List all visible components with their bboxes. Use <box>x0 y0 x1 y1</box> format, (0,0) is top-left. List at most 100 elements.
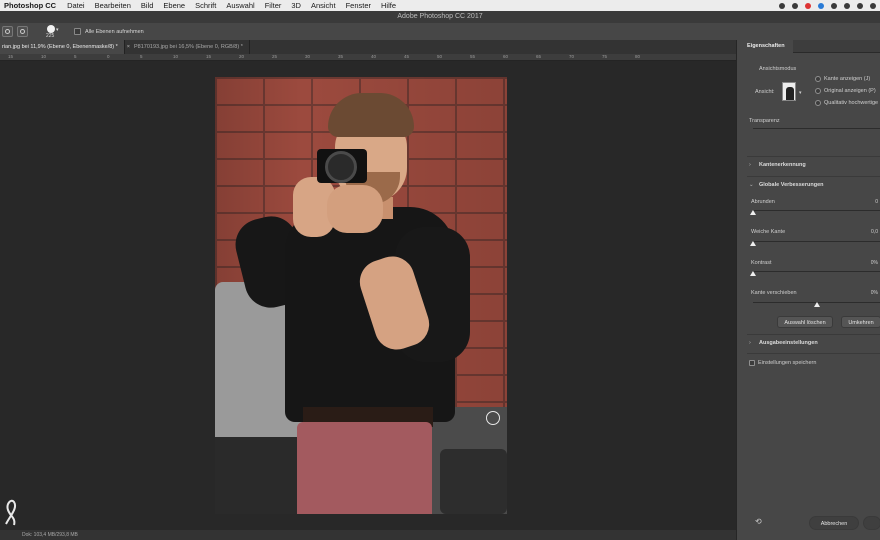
feather-slider[interactable] <box>753 241 880 242</box>
document-tabs: rian.jpg bei 11,9% (Ebene 0, Ebenenmaske… <box>0 40 736 54</box>
status-icon[interactable] <box>805 2 811 9</box>
menu-3d[interactable]: 3D <box>286 1 306 10</box>
photographer <box>215 77 507 514</box>
ruler-tick: 55 <box>470 54 476 59</box>
edge-detection-label: Kantenerkennung <box>759 162 806 168</box>
smooth-slider-knob[interactable] <box>750 210 756 215</box>
shift-edge-label: Kante verschieben <box>751 290 797 296</box>
reset-icon[interactable]: ⟲ <box>755 517 762 526</box>
menu-filter[interactable]: Filter <box>260 1 287 10</box>
feather-slider-knob[interactable] <box>750 241 756 246</box>
status-icon[interactable] <box>792 2 798 9</box>
watermark-logo <box>5 499 16 526</box>
global-refinements-label: Globale Verbesserungen <box>759 182 824 188</box>
status-icon[interactable] <box>779 2 785 9</box>
ruler-tick: 0 <box>107 54 110 59</box>
pants <box>297 422 432 514</box>
cancel-button[interactable]: Abbrechen <box>809 516 859 530</box>
circle-icon <box>20 29 25 34</box>
contrast-value[interactable]: 0% <box>871 260 878 266</box>
ruler-tick: 5 <box>140 54 143 59</box>
transparency-slider[interactable] <box>753 128 880 129</box>
brush-mode-button[interactable] <box>17 26 28 37</box>
status-bar: Dok: 103,4 MB/293,8 MB <box>0 530 736 540</box>
ruler-tick: 70 <box>569 54 575 59</box>
hair <box>328 93 414 137</box>
brush-size-picker[interactable]: 225 ▾ <box>44 24 62 39</box>
tab-label: P8170193.jpg bei 16,5% (Ebene 0, RGB/8) … <box>134 44 243 50</box>
smooth-value[interactable]: 0 <box>875 199 878 205</box>
status-icon[interactable] <box>818 2 824 9</box>
status-icon[interactable] <box>844 2 850 9</box>
menu-ansicht[interactable]: Ansicht <box>306 1 341 10</box>
photo <box>215 77 507 514</box>
wifi-icon[interactable] <box>870 2 876 9</box>
chevron-down-icon: ▾ <box>56 26 59 33</box>
search-icon[interactable] <box>857 2 863 9</box>
ruler-tick: 50 <box>437 54 443 59</box>
feather-value[interactable]: 0,0 <box>871 229 878 235</box>
menu-bar: Photoshop CC Datei Bearbeiten Bild Ebene… <box>0 0 880 11</box>
status-icon[interactable] <box>831 2 837 9</box>
menu-hilfe[interactable]: Hilfe <box>376 1 401 10</box>
contrast-slider[interactable] <box>753 271 880 272</box>
divider <box>747 334 880 335</box>
menu-bearbeiten[interactable]: Bearbeiten <box>90 1 136 10</box>
ruler-tick: 80 <box>635 54 641 59</box>
tab-document-2[interactable]: × P8170193.jpg bei 16,5% (Ebene 0, RGB/8)… <box>125 40 250 54</box>
brush-tip-icon <box>47 24 55 33</box>
show-original-label: Original anzeigen (P) <box>824 88 876 94</box>
ruler-tick: 40 <box>371 54 377 59</box>
invert-button[interactable]: Umkehren <box>841 316 880 328</box>
person-thumbnail-icon <box>786 87 794 100</box>
menu-datei[interactable]: Datei <box>62 1 90 10</box>
tab-label: rian.jpg bei 11,9% (Ebene 0, Ebenenmaske… <box>2 44 118 50</box>
menu-bild[interactable]: Bild <box>136 1 159 10</box>
show-original-checkbox[interactable] <box>815 88 821 94</box>
ruler-tick: 75 <box>602 54 608 59</box>
output-settings-section[interactable]: › Ausgabeeinstellungen <box>749 340 818 346</box>
clear-selection-button[interactable]: Auswahl löschen <box>777 316 833 328</box>
app-menu[interactable]: Photoshop CC <box>0 1 62 10</box>
smooth-slider[interactable] <box>753 210 880 211</box>
ruler-tick: 35 <box>338 54 344 59</box>
menu-ebene[interactable]: Ebene <box>158 1 190 10</box>
chevron-down-icon[interactable]: ▾ <box>799 90 802 96</box>
tool-preset-button[interactable] <box>2 26 13 37</box>
contrast-slider-knob[interactable] <box>750 271 756 276</box>
high-quality-checkbox[interactable] <box>815 100 821 106</box>
edge-detection-section[interactable]: › Kantenerkennung <box>749 162 806 168</box>
sample-all-layers-checkbox[interactable] <box>74 28 81 35</box>
save-settings-checkbox[interactable] <box>749 360 755 366</box>
chevron-down-icon: ⌄ <box>749 182 754 188</box>
right-hand <box>327 185 383 233</box>
menu-auswahl[interactable]: Auswahl <box>221 1 259 10</box>
panel-tabbar: Eigenschaften <box>737 40 880 53</box>
transparency-label: Transparenz <box>749 118 780 124</box>
close-icon[interactable]: × <box>127 44 130 50</box>
ruler-tick: 10 <box>41 54 47 59</box>
shift-edge-slider-knob[interactable] <box>814 302 820 307</box>
document-canvas[interactable] <box>0 61 736 530</box>
show-edge-label: Kante anzeigen (J) <box>824 76 871 82</box>
brush-cursor-icon <box>486 411 500 425</box>
brush-icon <box>5 29 10 34</box>
menu-fenster[interactable]: Fenster <box>341 1 376 10</box>
shift-edge-value[interactable]: 0% <box>871 290 878 296</box>
tab-document-1[interactable]: rian.jpg bei 11,9% (Ebene 0, Ebenenmaske… <box>0 40 125 54</box>
ruler-tick: 60 <box>503 54 509 59</box>
ruler-tick: 65 <box>536 54 542 59</box>
tab-properties[interactable]: Eigenschaften <box>737 40 793 53</box>
global-refinements-section[interactable]: ⌄ Globale Verbesserungen <box>749 182 824 188</box>
show-edge-checkbox[interactable] <box>815 76 821 82</box>
menu-schrift[interactable]: Schrift <box>190 1 221 10</box>
ruler-tick: 15 <box>8 54 14 59</box>
feather-label: Weiche Kante <box>751 229 786 235</box>
save-settings-label: Einstellungen speichern <box>758 360 817 366</box>
options-bar: 225 ▾ Alle Ebenen aufnehmen <box>0 23 880 40</box>
ok-button[interactable] <box>863 516 880 530</box>
ruler-tick: 30 <box>305 54 311 59</box>
ruler-tick: 45 <box>404 54 410 59</box>
horizontal-ruler[interactable]: 15 10 5 0 5 10 15 20 25 30 35 40 45 50 55 60 65 70 75 80 <box>0 54 736 61</box>
view-mode-thumbnail[interactable] <box>782 82 796 101</box>
